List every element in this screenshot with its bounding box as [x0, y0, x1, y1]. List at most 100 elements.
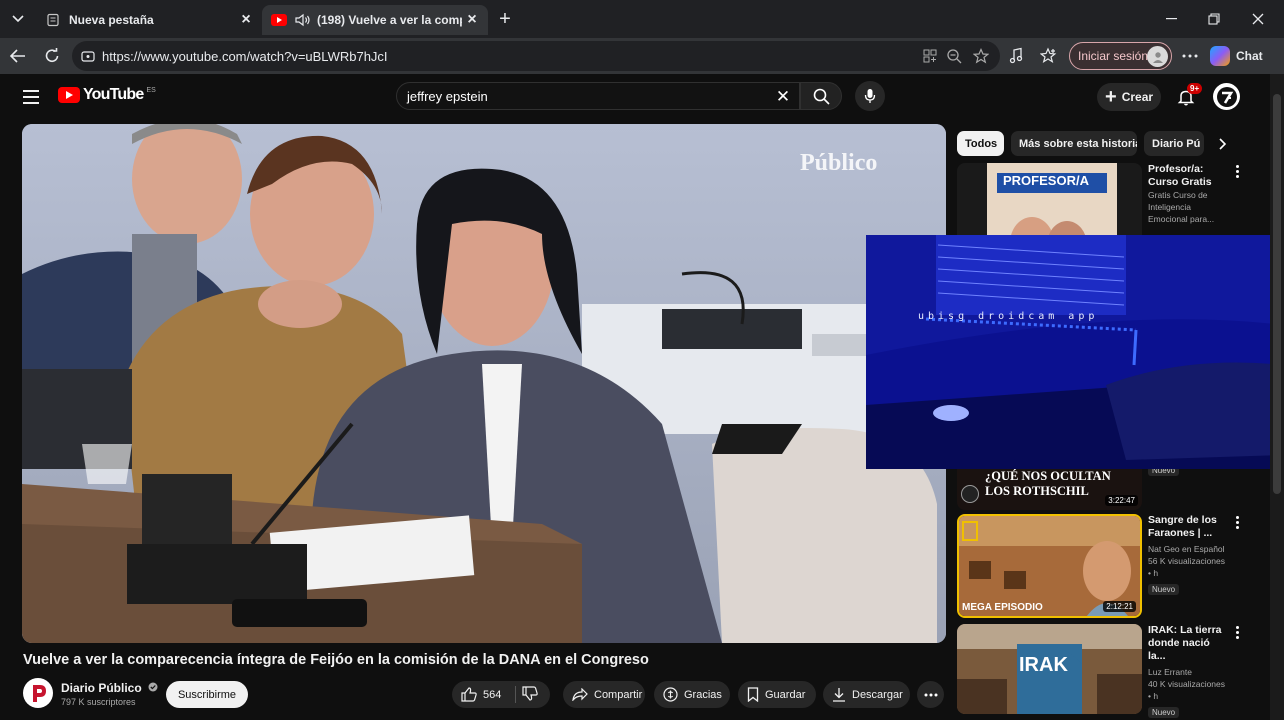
zoom-icon[interactable]: [944, 47, 964, 65]
search-button[interactable]: [800, 82, 842, 110]
more-actions-button[interactable]: [917, 681, 944, 708]
tab-title: (198) Vuelve a ver la compare: [317, 13, 462, 27]
favorites-icon[interactable]: [1038, 46, 1060, 66]
video-channel[interactable]: Nat Geo en Español: [1148, 543, 1230, 555]
plus-icon: +: [1105, 86, 1117, 108]
youtube-icon: [271, 12, 287, 28]
video-menu-button[interactable]: [1233, 516, 1241, 529]
thumbs-up-icon: [461, 687, 477, 702]
video-info: IRAK: La tierra donde nació la... Luz Er…: [1148, 624, 1230, 720]
app-available-icon[interactable]: [920, 47, 940, 65]
account-avatar[interactable]: [1213, 83, 1240, 110]
chip-all[interactable]: Todos: [957, 131, 1004, 156]
chips-next-button[interactable]: [1212, 133, 1234, 155]
like-button[interactable]: [461, 687, 477, 702]
close-tab-button[interactable]: ×: [462, 10, 482, 30]
arrow-left-icon: [10, 49, 25, 63]
sign-in-button[interactable]: Iniciar sesión: [1069, 42, 1172, 70]
page-scrollbar[interactable]: [1270, 74, 1284, 720]
search-query: jeffrey epstein: [407, 89, 488, 104]
download-button[interactable]: Descargar: [823, 681, 910, 708]
tab-title: Nueva pestaña: [69, 13, 154, 27]
chevron-down-icon: [12, 15, 24, 23]
voice-search-button[interactable]: [855, 81, 885, 111]
video-views: 56 K visualizaciones • h: [1148, 556, 1226, 578]
share-icon: [572, 688, 588, 701]
site-info-icon[interactable]: [80, 48, 96, 69]
guide-menu-button[interactable]: [20, 86, 42, 108]
copilot-chat-button[interactable]: Chat: [1210, 42, 1276, 70]
new-tab-button[interactable]: +: [494, 8, 516, 30]
like-dislike-group: 564: [452, 681, 550, 708]
camera-overlay-window[interactable]: ubisg droidcam app: [866, 235, 1284, 469]
video-watermark: Público: [800, 150, 878, 176]
clear-search-button[interactable]: ✕: [773, 87, 793, 107]
speaker-icon[interactable]: [295, 12, 311, 28]
video-views: 40 K visualizaciones • h: [1148, 679, 1226, 701]
video-menu-button[interactable]: [1233, 626, 1241, 639]
back-button[interactable]: [6, 44, 30, 68]
tab-new-tab[interactable]: Nueva pestaña ×: [36, 5, 262, 35]
video-title[interactable]: IRAK: La tierra donde nació la...: [1148, 624, 1230, 663]
more-options-icon[interactable]: [1179, 46, 1201, 66]
video-meta: Emocional para...: [1148, 214, 1215, 224]
channel-icon: [961, 485, 979, 503]
chat-label: Chat: [1236, 49, 1263, 63]
publico-logo-icon: [33, 685, 46, 702]
save-button[interactable]: Guardar: [738, 681, 816, 708]
chevron-right-icon: [1219, 138, 1227, 150]
media-control-icon[interactable]: [1006, 46, 1028, 66]
video-title[interactable]: Sangre de los Faraones | ...: [1148, 514, 1230, 540]
channel-avatar[interactable]: [23, 678, 53, 708]
address-bar[interactable]: https://www.youtube.com/watch?v=uBLWRb7h…: [72, 41, 1000, 71]
subscribe-button[interactable]: Suscribirme: [166, 681, 248, 708]
url-text: https://www.youtube.com/watch?v=uBLWRb7h…: [102, 49, 388, 64]
channel-name[interactable]: Diario Público: [61, 681, 158, 695]
notifications-button[interactable]: 9+: [1172, 83, 1203, 111]
video-title: Vuelve a ver la comparecencia íntegra de…: [23, 652, 649, 668]
youtube-masthead: YouTube ES jeffrey epstein ✕ + Crear 9+: [0, 74, 1270, 120]
share-button[interactable]: Compartir: [563, 681, 645, 708]
video-meta: Inteligencia: [1148, 202, 1192, 212]
close-tab-button[interactable]: ×: [236, 10, 256, 30]
search-input[interactable]: jeffrey epstein ✕: [396, 82, 800, 110]
share-label: Compartir: [594, 688, 643, 701]
create-label: Crear: [1121, 90, 1154, 104]
favorite-star-icon[interactable]: [971, 47, 991, 65]
reload-button[interactable]: [40, 44, 64, 68]
minimize-button[interactable]: [1156, 6, 1186, 32]
video-player[interactable]: Público: [22, 124, 946, 643]
close-icon: [1252, 13, 1264, 25]
tab-youtube-video[interactable]: (198) Vuelve a ver la compare ×: [262, 5, 488, 35]
video-thumbnail[interactable]: IRAK: [957, 624, 1142, 714]
video-menu-button[interactable]: [1233, 165, 1241, 178]
restore-button[interactable]: [1199, 6, 1229, 32]
microphone-icon: [864, 89, 876, 103]
copilot-icon: [1210, 46, 1230, 66]
thanks-button[interactable]: Gracias: [654, 681, 730, 708]
video-channel[interactable]: Luz Errante: [1148, 666, 1230, 678]
video-thumbnail[interactable]: MEGA EPISODIO 2:12:21: [957, 514, 1142, 618]
chip-channel[interactable]: Diario Pú: [1144, 131, 1204, 156]
logo-text: YouTube: [83, 86, 144, 103]
bookmark-icon: [747, 687, 759, 702]
close-window-button[interactable]: [1243, 6, 1273, 32]
thumbs-down-icon: [522, 686, 538, 701]
profile-avatar-icon: [1147, 46, 1168, 67]
create-button[interactable]: + Crear: [1097, 83, 1161, 111]
download-icon: [832, 687, 846, 702]
chip-more-story[interactable]: Más sobre esta historia: [1011, 131, 1137, 156]
thumbnail-text: MEGA EPISODIO: [962, 602, 1043, 613]
thanks-label: Gracias: [684, 688, 722, 701]
video-title[interactable]: Profesor/a: Curso Gratis: [1148, 163, 1230, 189]
video-info: Sangre de los Faraones | ... Nat Geo en …: [1148, 514, 1230, 597]
video-duration: 2:12:21: [1103, 601, 1136, 612]
thumbnail-text: IRAK: [1019, 654, 1068, 676]
scrollbar-thumb[interactable]: [1273, 94, 1281, 494]
channel-name-text: Diario Público: [61, 681, 142, 695]
new-badge: Nuevo: [1148, 584, 1180, 595]
page-icon: [45, 12, 61, 28]
youtube-logo[interactable]: YouTube ES: [58, 86, 156, 104]
tab-actions-menu-button[interactable]: [6, 7, 30, 31]
dislike-button[interactable]: [522, 686, 538, 704]
